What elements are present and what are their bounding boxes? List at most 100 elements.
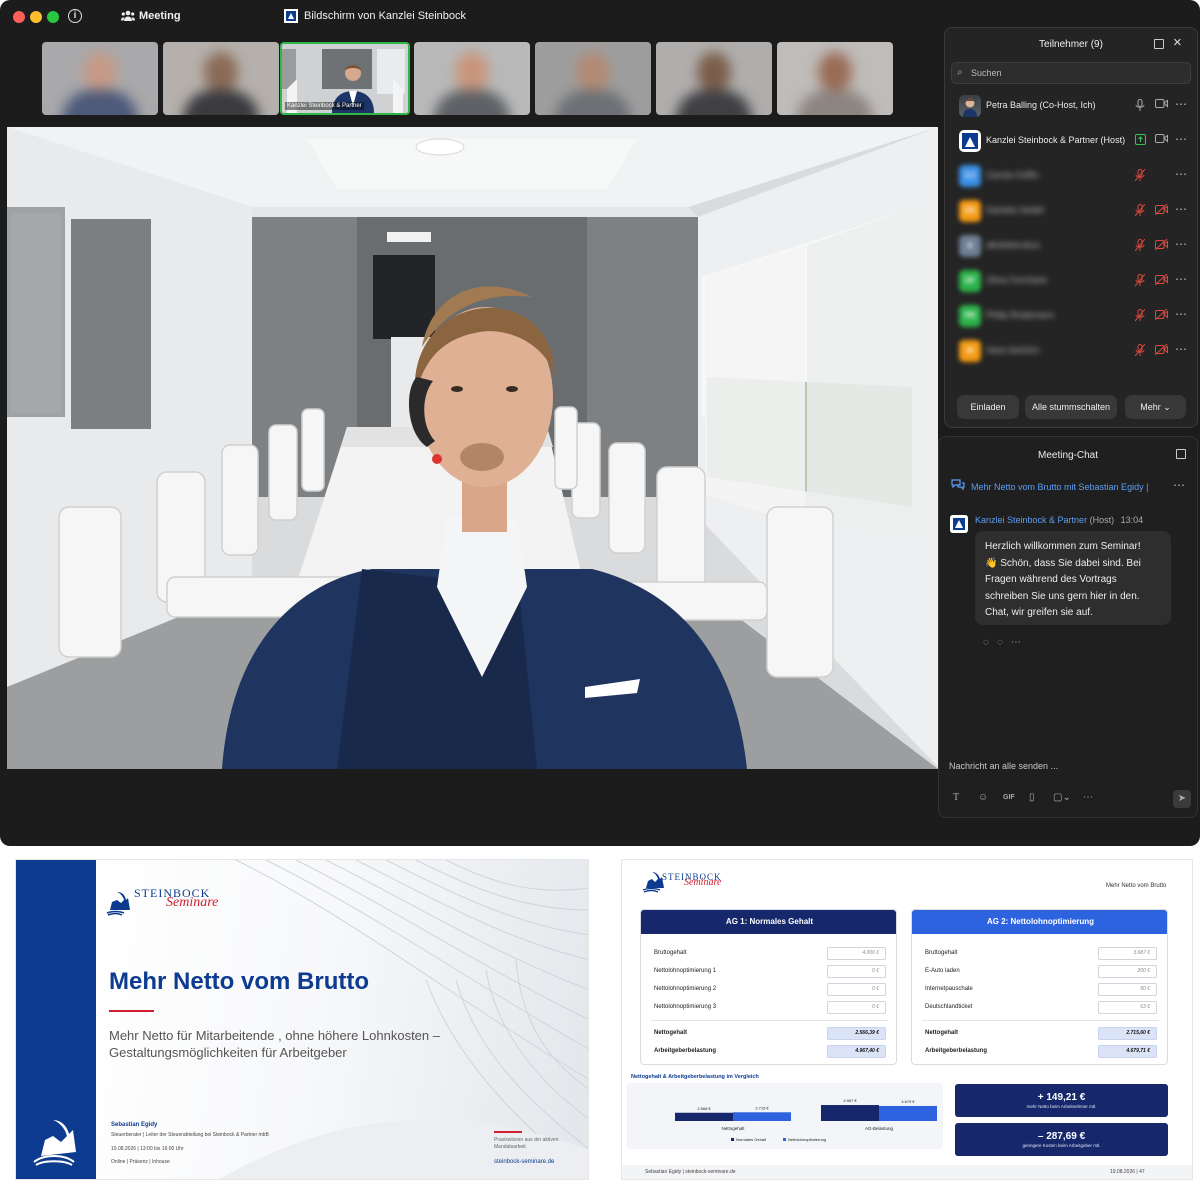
- chat-message-input[interactable]: [949, 757, 1189, 775]
- field-value[interactable]: 63 €: [1098, 1001, 1157, 1014]
- field-value[interactable]: 4.000 €: [827, 947, 886, 960]
- video-thumbnail[interactable]: [777, 42, 893, 115]
- field-value[interactable]: 200 €: [1098, 965, 1157, 978]
- chat-thread-header[interactable]: Mehr Netto vom Brutto mit Sebastian Egid…: [951, 478, 1185, 497]
- info-icon[interactable]: i: [68, 9, 82, 23]
- video-thumbnail-strip: Kanzlei Steinbock & Partner: [42, 42, 932, 116]
- participant-name: Philip Rodemann: [986, 310, 1055, 320]
- minimize-window-button[interactable]: [30, 11, 42, 23]
- microphone-muted-icon[interactable]: [1134, 308, 1147, 323]
- sender-name[interactable]: Kanzlei Steinbock & Partner: [975, 515, 1087, 525]
- total-value: 4.679,71 €: [1098, 1045, 1157, 1058]
- more-icon[interactable]: ⋯: [1175, 342, 1188, 356]
- mute-all-button[interactable]: Alle stummschalten: [1025, 395, 1117, 419]
- video-thumbnail[interactable]: [42, 42, 158, 115]
- title-slide: STEINBOCK Seminare Mehr Netto vom Brutto…: [15, 859, 589, 1180]
- reply-icon[interactable]: ◌: [997, 637, 1011, 648]
- result-value: – 287,69 €: [1037, 1131, 1086, 1142]
- sender-avatar: [950, 515, 968, 533]
- maximize-window-button[interactable]: [47, 11, 59, 23]
- chat-message: Herzlich willkommen zum Seminar! 👋 Schön…: [975, 531, 1171, 625]
- video-thumbnail[interactable]: [656, 42, 772, 115]
- participant-row[interactable]: SI Sara Iserlohn ⋯: [945, 336, 1197, 366]
- participant-search: ⌕: [951, 62, 1191, 84]
- camera-icon[interactable]: [1155, 99, 1169, 113]
- field-value[interactable]: 0 €: [827, 1001, 886, 1014]
- close-icon[interactable]: ×: [1173, 34, 1182, 51]
- field-label: Bruttogehalt: [654, 950, 687, 956]
- field-value[interactable]: 0 €: [827, 983, 886, 996]
- slide-note: Praxiswissen aus der aktiven Mandatsarbe…: [494, 1137, 559, 1150]
- camera-off-icon[interactable]: [1154, 203, 1169, 218]
- popout-icon[interactable]: [1154, 39, 1164, 49]
- more-button[interactable]: Mehr ⌄: [1125, 395, 1186, 419]
- microphone-muted-icon[interactable]: [1134, 168, 1147, 183]
- participant-row[interactable]: PR Philip Rodemann ⋯: [945, 301, 1197, 331]
- bar-value-label: 4.679 €: [901, 1099, 915, 1104]
- slide-subtitle-line-2: Gestaltungsmöglichkeiten für Arbeitgeber: [109, 1045, 347, 1060]
- search-input[interactable]: [971, 65, 1171, 81]
- seminar-formats: Online | Präsenz | Inhouse: [111, 1159, 170, 1165]
- camera-off-icon[interactable]: [1154, 273, 1169, 288]
- meeting-menu[interactable]: Meeting: [139, 10, 181, 22]
- chevron-down-icon: ⌄: [1163, 402, 1171, 412]
- participant-row[interactable]: Petra Balling (Co-Host, Ich) ⋯: [945, 91, 1197, 121]
- popout-icon[interactable]: [1176, 449, 1186, 459]
- video-thumbnail-active-speaker[interactable]: Kanzlei Steinbock & Partner: [280, 42, 410, 115]
- video-thumbnail[interactable]: [414, 42, 530, 115]
- field-label: Nettolohnoptimierung 1: [654, 968, 717, 974]
- result-caption: mehr Netto beim Arbeitnehmer mtl.: [1026, 1104, 1097, 1109]
- file-icon[interactable]: ▯: [1029, 792, 1035, 803]
- participant-row[interactable]: DS Daniela Seidel ⋯: [945, 196, 1197, 226]
- video-thumbnail[interactable]: [163, 42, 279, 115]
- camera-off-icon[interactable]: [1154, 308, 1169, 323]
- more-icon[interactable]: ⋯: [1173, 478, 1185, 492]
- speaker-name: Sebastian Egidy: [111, 1122, 158, 1128]
- more-icon[interactable]: ⋯: [1175, 202, 1188, 216]
- main-speaker-video[interactable]: [7, 127, 938, 769]
- logo-script: Seminare: [684, 877, 722, 888]
- microphone-muted-icon[interactable]: [1134, 273, 1147, 288]
- invite-button[interactable]: Einladen: [957, 395, 1019, 419]
- chat-title: Meeting-Chat: [1037, 450, 1099, 461]
- microphone-muted-icon[interactable]: [1134, 343, 1147, 358]
- more-icon[interactable]: ⋯: [1175, 167, 1188, 181]
- participant-row[interactable]: Aallrahbernkus ⋯: [945, 231, 1197, 261]
- more-icon[interactable]: ⋯: [1011, 637, 1029, 648]
- send-icon[interactable]: ➤: [1173, 790, 1191, 808]
- more-icon[interactable]: ⋯: [1175, 272, 1188, 286]
- more-icon[interactable]: ⋯: [1175, 132, 1188, 146]
- divider: [651, 1020, 888, 1021]
- field-value[interactable]: 50 €: [1098, 983, 1157, 996]
- slide-url: steinbock-seminare.de: [494, 1159, 555, 1165]
- more-icon[interactable]: ⋯: [1083, 792, 1093, 803]
- camera-off-icon[interactable]: [1154, 238, 1169, 253]
- emoji-icon[interactable]: ☺: [978, 792, 988, 803]
- comparison-title: Nettogehalt & Arbeitgeberbelastung im Ve…: [631, 1074, 759, 1080]
- participant-row[interactable]: OF Olina Fernhack ⋯: [945, 266, 1197, 296]
- screenshot-icon[interactable]: ▢⌄: [1053, 792, 1071, 803]
- camera-off-icon[interactable]: [1154, 343, 1169, 358]
- field-label: Nettolohnoptimierung 3: [654, 1004, 717, 1010]
- screen-share-icon[interactable]: [1135, 134, 1147, 148]
- bar-value-label: 2.566 €: [697, 1106, 711, 1111]
- participant-row[interactable]: CJ Carola Griffin ⋯: [945, 161, 1197, 191]
- video-thumbnail[interactable]: [535, 42, 651, 115]
- participant-avatar: SI: [959, 340, 981, 362]
- text-format-icon[interactable]: T: [953, 792, 959, 803]
- more-icon[interactable]: ⋯: [1175, 237, 1188, 251]
- react-icon[interactable]: ◌: [983, 637, 997, 648]
- microphone-icon[interactable]: [1135, 99, 1147, 113]
- screen-share-label[interactable]: Bildschirm von Kanzlei Steinbock: [304, 10, 466, 22]
- gif-button[interactable]: GIF: [1003, 794, 1015, 801]
- microphone-muted-icon[interactable]: [1134, 203, 1147, 218]
- search-icon: ⌕: [957, 67, 963, 78]
- field-value[interactable]: 3.687 €: [1098, 947, 1157, 960]
- participant-row[interactable]: Kanzlei Steinbock & Partner (Host) ⋯: [945, 126, 1197, 156]
- camera-icon[interactable]: [1155, 134, 1169, 148]
- close-window-button[interactable]: [13, 11, 25, 23]
- field-value[interactable]: 0 €: [827, 965, 886, 978]
- more-icon[interactable]: ⋯: [1175, 97, 1188, 111]
- more-icon[interactable]: ⋯: [1175, 307, 1188, 321]
- microphone-muted-icon[interactable]: [1134, 238, 1147, 253]
